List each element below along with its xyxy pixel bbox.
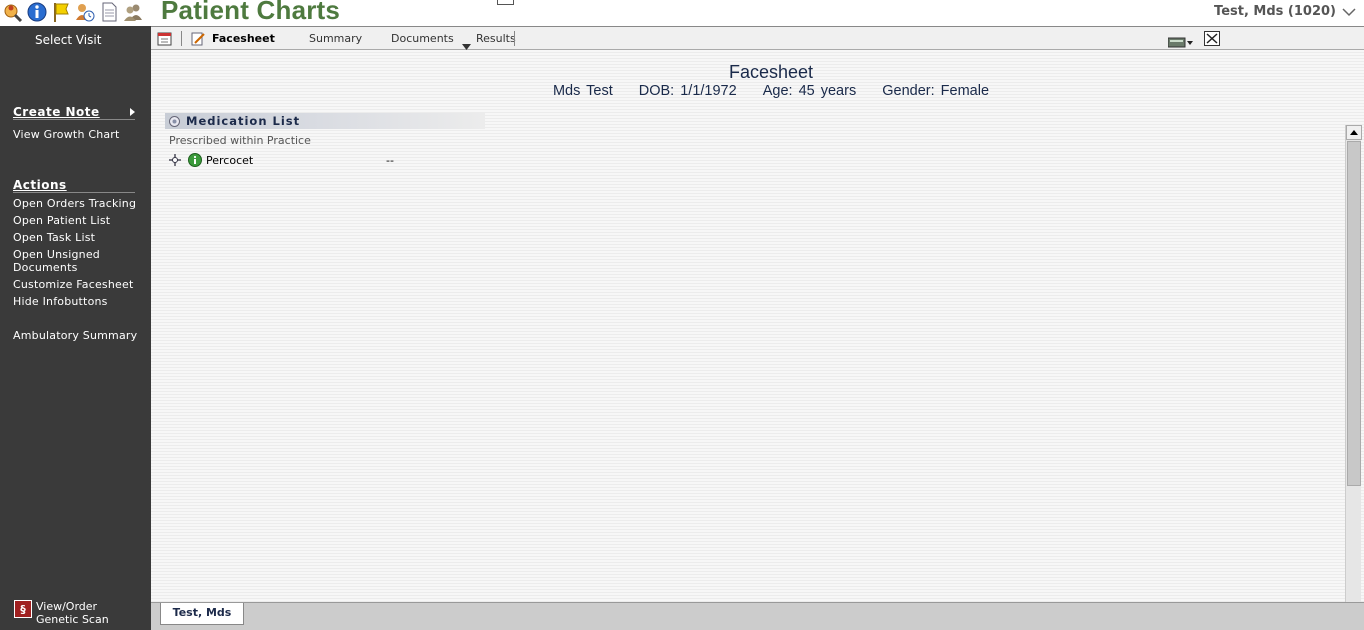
patient-tab[interactable]: Test, Mds xyxy=(160,603,244,625)
select-visit-link[interactable]: Select Visit xyxy=(35,33,101,47)
sidebar: Select Visit Create Note View Growth Cha… xyxy=(0,26,151,630)
medication-list-title: Medication List xyxy=(186,114,301,128)
medication-list-header[interactable]: Medication List xyxy=(165,113,485,129)
medication-name[interactable]: Percocet xyxy=(206,154,253,167)
scroll-up-button[interactable] xyxy=(1346,125,1362,140)
medication-subheader: Prescribed within Practice xyxy=(169,134,311,147)
main-panel: Facesheet Summary Documents Results Face… xyxy=(151,26,1364,630)
tab-results[interactable]: Results xyxy=(476,32,516,45)
medication-row[interactable]: Percocet -- xyxy=(169,153,469,167)
open-orders-tracking-link[interactable]: Open Orders Tracking xyxy=(13,197,148,210)
note-edit-icon xyxy=(191,31,205,50)
patient-gender: Gender: Female xyxy=(882,83,990,99)
patient-name: Mds Test xyxy=(552,83,613,99)
customize-facesheet-link[interactable]: Customize Facesheet xyxy=(13,278,148,291)
genetic-scan-label: View/Order Genetic Scan xyxy=(36,600,109,626)
patient-selector-label: Test, Mds (1020) xyxy=(1214,4,1336,19)
dna-icon: § xyxy=(14,600,32,618)
patient-selector[interactable]: Test, Mds (1020) xyxy=(1214,4,1356,19)
tab-documents[interactable]: Documents xyxy=(391,32,454,45)
open-task-list-link[interactable]: Open Task List xyxy=(13,231,148,244)
vertical-scrollbar[interactable] xyxy=(1345,125,1362,617)
document-icon[interactable] xyxy=(98,1,120,23)
create-note-label: Create Note xyxy=(13,105,100,119)
medication-detail: -- xyxy=(386,154,394,167)
move-icon[interactable] xyxy=(169,154,181,166)
open-unsigned-documents-link[interactable]: Open Unsigned Documents xyxy=(13,248,113,274)
chevron-right-icon xyxy=(130,108,135,116)
patient-dob: DOB: 1/1/1972 xyxy=(638,83,737,99)
view-growth-chart-link[interactable]: View Growth Chart xyxy=(13,128,148,141)
genetic-scan-link[interactable]: § View/Order Genetic Scan xyxy=(14,600,126,626)
tab-facesheet[interactable]: Facesheet xyxy=(212,32,275,45)
divider xyxy=(514,31,515,46)
user-clock-icon[interactable] xyxy=(74,1,96,23)
chart-toolbar: Facesheet Summary Documents Results xyxy=(151,27,1364,50)
open-patient-list-link[interactable]: Open Patient List xyxy=(13,214,148,227)
divider xyxy=(181,31,182,46)
flag-icon[interactable] xyxy=(50,1,72,23)
document-tab-icon[interactable] xyxy=(497,0,514,5)
create-note-menu[interactable]: Create Note xyxy=(13,105,135,120)
hide-infobuttons-link[interactable]: Hide Infobuttons xyxy=(13,295,148,308)
patient-age: Age: 45 years xyxy=(762,83,857,99)
close-icon[interactable] xyxy=(1204,31,1220,50)
collapse-icon[interactable] xyxy=(169,115,180,127)
facesheet-title: Facesheet xyxy=(728,62,814,82)
users-icon[interactable] xyxy=(122,1,144,23)
page-title: Patient Charts xyxy=(161,0,341,25)
patient-tabs-bar: Test, Mds xyxy=(151,602,1364,630)
info-icon[interactable] xyxy=(26,1,48,23)
search-person-icon[interactable] xyxy=(2,1,24,23)
facesheet-content: Facesheet Mds Test DOB: 1/1/1972 Age: 45… xyxy=(151,50,1364,617)
scroll-thumb[interactable] xyxy=(1347,141,1361,486)
calendar-icon[interactable] xyxy=(157,31,172,50)
ambulatory-summary-link[interactable]: Ambulatory Summary xyxy=(13,329,148,342)
chevron-down-icon xyxy=(1342,7,1356,16)
top-bar: Patient Charts Test, Mds (1020) xyxy=(0,0,1364,26)
info-button-icon[interactable] xyxy=(188,153,202,167)
patient-demographics: Mds Test DOB: 1/1/1972 Age: 45 years Gen… xyxy=(151,83,1364,99)
actions-header: Actions xyxy=(13,178,135,193)
toolbar-icons xyxy=(2,0,144,24)
tab-summary[interactable]: Summary xyxy=(309,32,362,45)
